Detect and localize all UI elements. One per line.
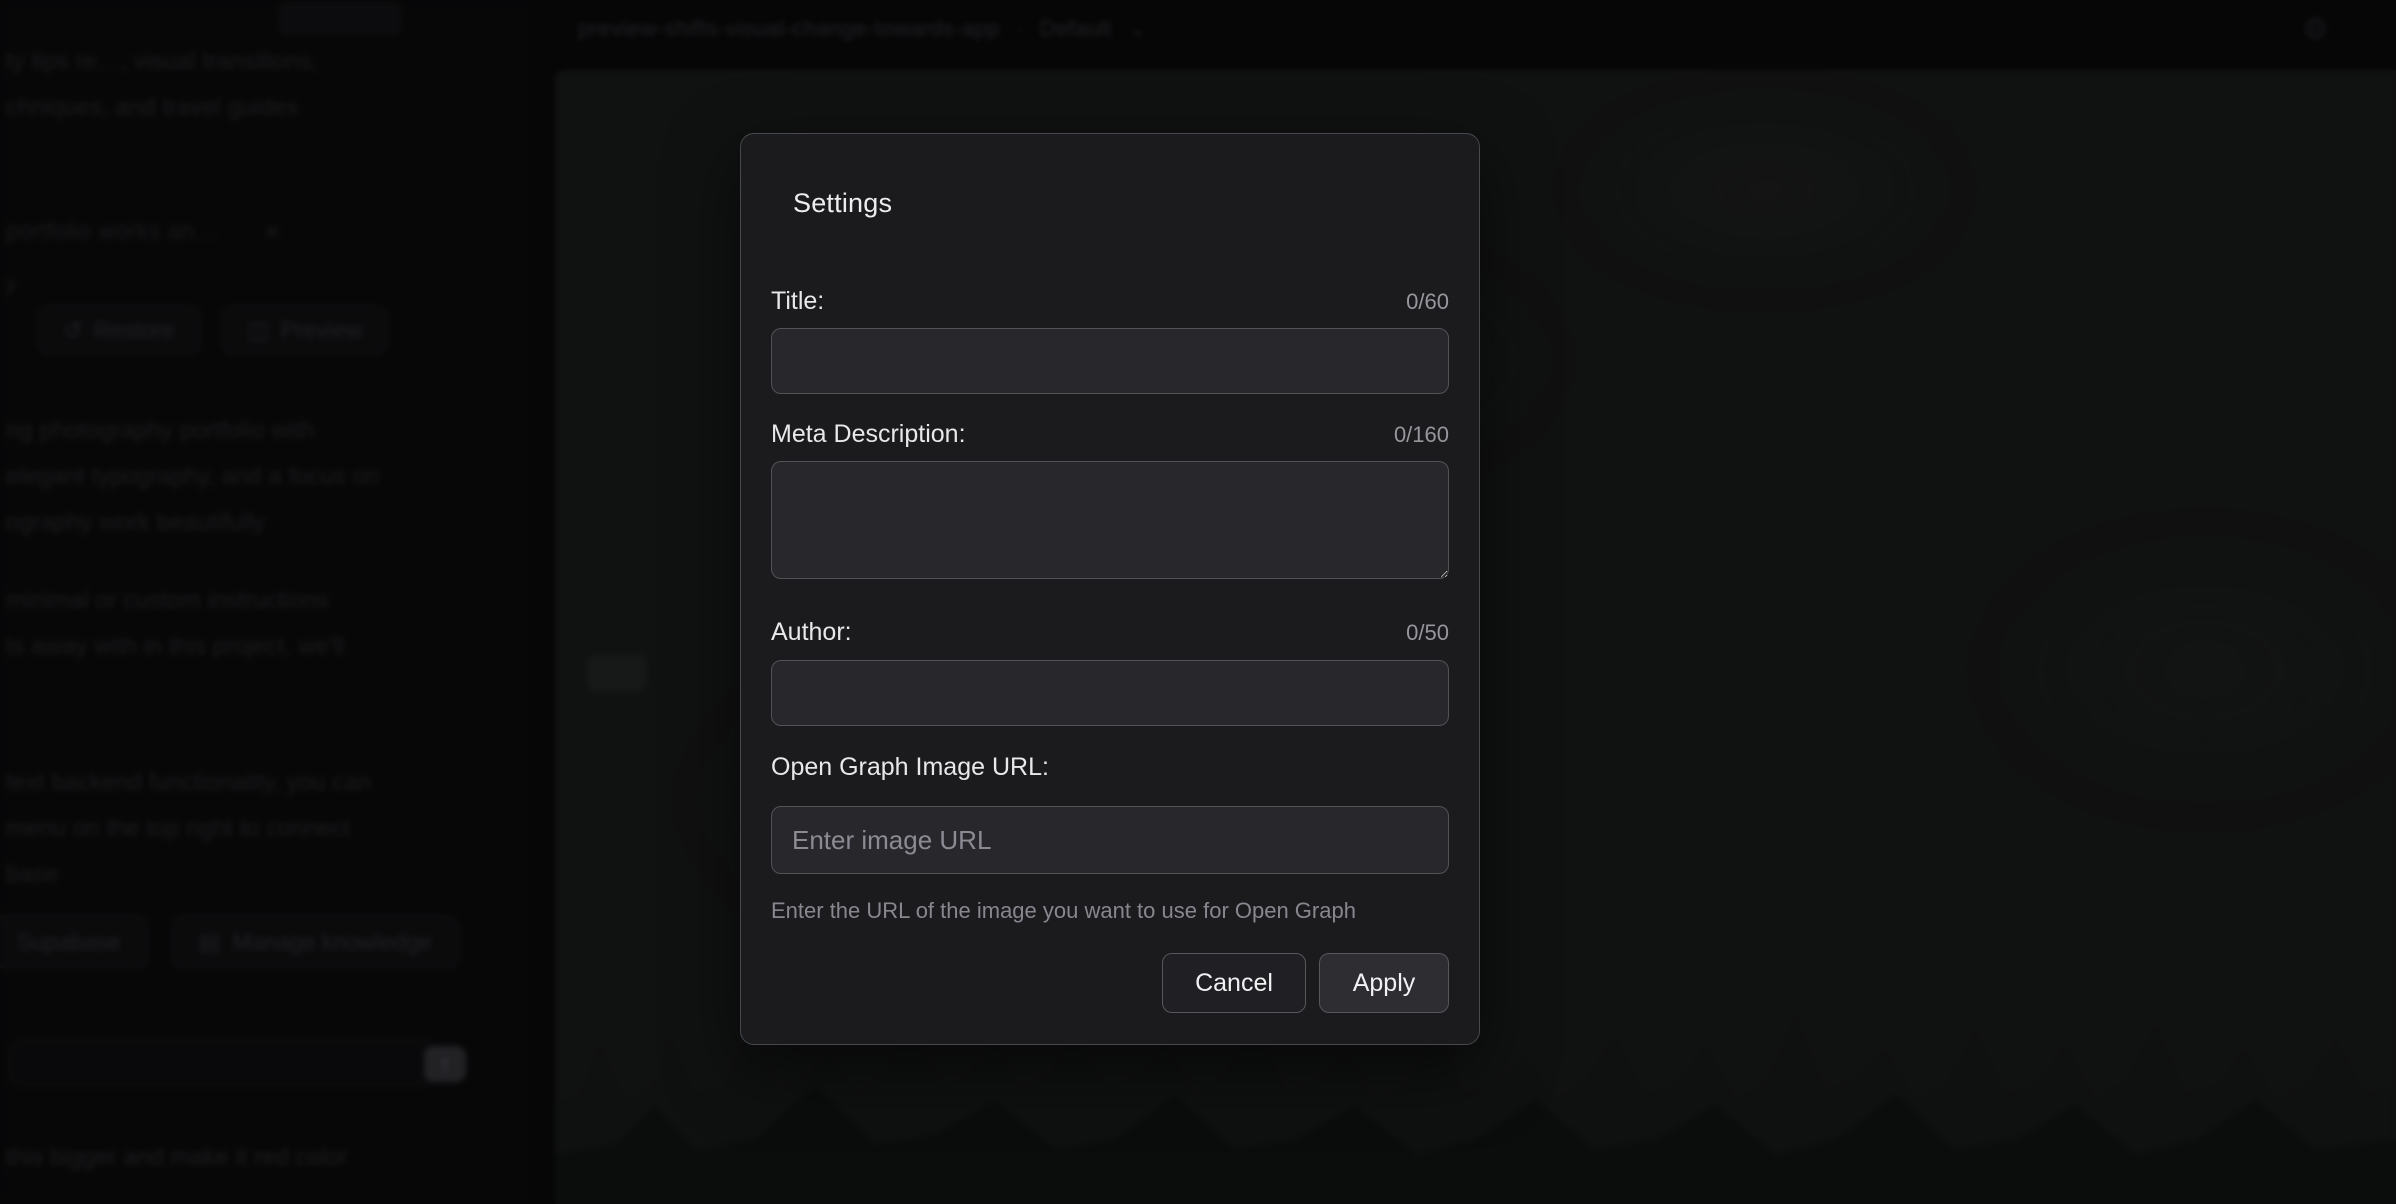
author-field-row: Author: 0/50 — [771, 618, 1449, 647]
og-image-url-input[interactable] — [771, 806, 1449, 874]
meta-description-counter: 0/160 — [1394, 422, 1449, 448]
meta-description-label: Meta Description: — [771, 420, 966, 449]
cancel-button[interactable]: Cancel — [1162, 953, 1306, 1013]
dialog-title: Settings — [793, 188, 1427, 219]
author-input[interactable] — [771, 660, 1449, 726]
meta-description-textarea[interactable] — [771, 461, 1449, 579]
settings-dialog: Settings Title: 0/60 Meta Description: 0… — [740, 133, 1480, 1045]
author-label: Author: — [771, 618, 852, 647]
author-counter: 0/50 — [1406, 620, 1449, 646]
title-input[interactable] — [771, 328, 1449, 394]
title-label: Title: — [771, 287, 824, 316]
dialog-body: Title: 0/60 Meta Description: 0/160 Auth… — [741, 247, 1479, 1045]
apply-button[interactable]: Apply — [1319, 953, 1449, 1013]
dialog-footer: Cancel Apply — [771, 953, 1449, 1013]
meta-description-field-row: Meta Description: 0/160 — [771, 420, 1449, 449]
og-image-field-row: Open Graph Image URL: — [771, 753, 1449, 782]
title-field-row: Title: 0/60 — [771, 287, 1449, 316]
title-counter: 0/60 — [1406, 289, 1449, 315]
og-image-label: Open Graph Image URL: — [771, 753, 1049, 782]
og-image-helper-text: Enter the URL of the image you want to u… — [771, 898, 1449, 924]
